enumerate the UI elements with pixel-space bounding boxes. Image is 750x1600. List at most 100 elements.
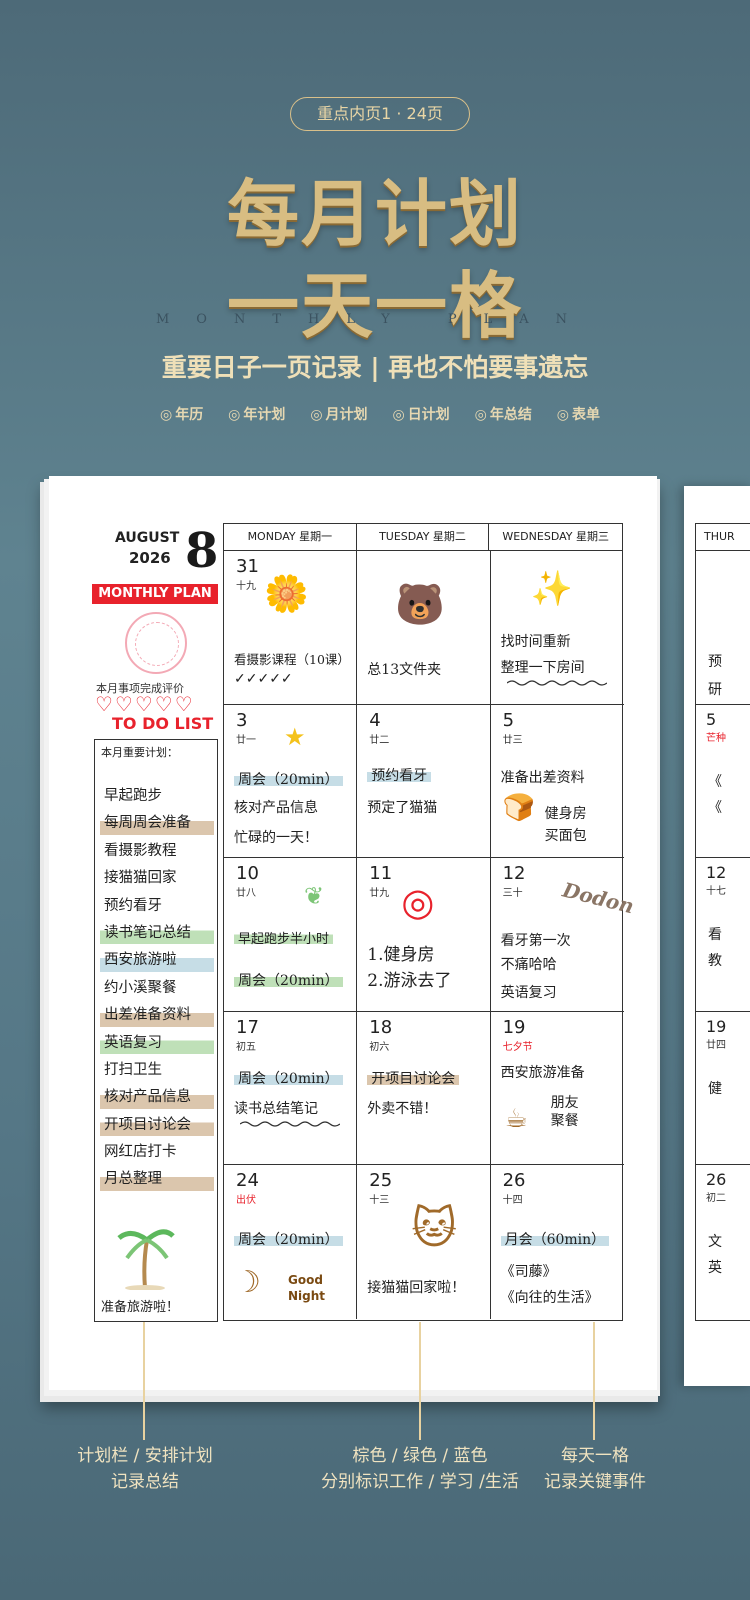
day-number: 31 — [236, 556, 259, 577]
feature-item: 年总结 — [475, 404, 532, 424]
palm-tree-icon — [117, 1229, 175, 1290]
day-cell[interactable]: 26 初二文英 — [696, 1165, 750, 1319]
caption-line: 计划栏 / 安排计划 — [77, 1446, 213, 1466]
caption-pointer — [143, 1322, 145, 1440]
day-note: 《 — [708, 773, 722, 790]
day-number: 10 — [236, 863, 259, 885]
moon-star-icon: ☽ — [234, 1265, 261, 1301]
plan-list: 早起跑步 每周周会准备 看摄影教程 接猫猫回家 预约看牙 读书笔记总结 西安旅游啦 约小溪聚餐… — [100, 784, 214, 1195]
weekday-header: WEDNESDAY 星期三 — [502, 530, 609, 543]
day-note: 《 — [708, 799, 722, 816]
feature-item: 日计划 — [392, 404, 450, 424]
caption-line: 分别标识工作 / 学习 /生活 — [321, 1472, 519, 1492]
monthly-plan-box: 本月重要计划： 早起跑步 每周周会准备 看摄影教程 接猫猫回家 预约看牙 读书笔记总结 西安… — [94, 739, 218, 1322]
weekday-header: TUESDAY 星期二 — [357, 524, 490, 550]
day-note: 接猫猫回家啦！ — [367, 1280, 466, 1297]
plan-item: 预约看牙 — [104, 897, 162, 914]
day-number: 3 — [236, 709, 248, 731]
day-cell[interactable]: 19 七夕节 西安旅游准备 朋友 聚餐 ☕ — [490, 1012, 624, 1166]
month-header: AUGUST 2026 8 — [105, 523, 225, 587]
day-note: 周会（20min） — [234, 970, 343, 991]
title-line-2: 一天一格 — [226, 263, 523, 348]
lunar-date: 初二 — [706, 1193, 726, 1205]
rating-hearts[interactable]: ♡♡♡♡♡ — [95, 692, 195, 716]
plan-footer: 准备旅游啦！ — [101, 1300, 180, 1315]
caption-pointer — [593, 1322, 595, 1440]
plan-item: 约小溪聚餐 — [104, 979, 177, 996]
day-note: 2.游泳去了 — [367, 971, 452, 992]
feature-item: 月计划 — [310, 404, 368, 424]
day-cell[interactable]: 12 三十 看牙第一次 不痛哈哈 英语复习 — [490, 858, 624, 1012]
day-note: 看摄影课程（10课） — [234, 652, 350, 667]
thursday-column-partial: THUR 预研 5 芒种《《 12 十七看教 19 廿四健 26 初二文英 — [695, 523, 750, 1321]
day-cell[interactable]: 17 初五 周会（20min） 读书总结笔记 — [224, 1011, 358, 1166]
day-cell[interactable]: 24 出伏 周会（20min） Good Night ☽ — [224, 1165, 358, 1319]
day-cell[interactable]: 11 廿九 1.健身房 2.游泳去了 ◎ — [357, 858, 491, 1012]
day-note: 预 — [708, 654, 722, 670]
caption-line: 棕色 / 绿色 / 蓝色 — [352, 1446, 488, 1466]
lunar-date: 初五 — [236, 1041, 256, 1053]
day-note: Good — [288, 1273, 323, 1288]
lunar-date: 廿三 — [502, 734, 523, 746]
day-number: 12 — [502, 863, 526, 885]
leaf-icon: ❦ — [304, 882, 325, 911]
subtitle-english: MONTHLY PLAN — [155, 312, 594, 327]
monthly-plan-label: MONTHLY PLAN — [92, 584, 218, 604]
day-cell[interactable]: 4 廿二 预约看牙 预定了猫猫 — [357, 704, 491, 859]
day-cell[interactable]: 18 初六 开项目讨论会 外卖不错！ — [357, 1011, 491, 1166]
day-note: 核对产品信息 — [234, 799, 318, 816]
star-icon: ★ — [284, 722, 306, 751]
day-cell[interactable]: 3 廿一 周会（20min） 核对产品信息 忙碌的一天！ ★ — [224, 704, 358, 859]
day-number: 26 — [502, 1170, 526, 1192]
day-note: 健 — [708, 1080, 722, 1097]
day-cell[interactable]: 10 廿八 早起跑步半小时 周会（20min） ❦ — [224, 858, 358, 1012]
day-number: 5 — [502, 709, 515, 731]
weekday-header: THUR — [696, 524, 750, 551]
caption-middle: 棕色 / 绿色 / 蓝色 分别标识工作 / 学习 /生活 — [280, 1443, 560, 1495]
day-note: 英语复习 — [500, 985, 557, 1002]
day-number: 25 — [369, 1170, 393, 1192]
day-cell[interactable]: 预研 — [696, 551, 750, 705]
page-count-badge: 重点内页1 · 24页 — [290, 97, 470, 131]
day-number: 5 — [706, 709, 717, 729]
day-note: 《向往的生活》 — [500, 1290, 599, 1307]
day-note: 准备出差资料 — [500, 769, 585, 786]
day-note: 看牙第一次 — [500, 933, 571, 950]
day-note: 周会（20min） — [234, 1229, 343, 1250]
day-cell[interactable]: 26 十四 月会（60min） 《司藤》 《向往的生活》 — [491, 1165, 624, 1319]
plan-item: 核对产品信息 — [100, 1085, 214, 1113]
day-cell[interactable]: 5 芒种《《 — [696, 705, 750, 859]
lunar-date: 廿一 — [236, 734, 256, 746]
day-note: 文 — [708, 1234, 722, 1251]
day-note: Night — [288, 1289, 326, 1304]
fireworks-icon: ✨ — [530, 569, 573, 609]
plan-item: 开项目讨论会 — [100, 1112, 214, 1141]
tagline: 重要日子一页记录 | 再也不怕要事遗忘 — [161, 353, 589, 382]
day-note: 早起跑步半小时 — [234, 928, 334, 948]
day-cell[interactable]: 19 廿四健 — [696, 1012, 750, 1166]
day-note: 1.健身房 — [367, 945, 435, 966]
day-cell[interactable]: 25 十三 接猫猫回家啦！ 🐱 — [357, 1165, 491, 1319]
lunar-date: 十九 — [236, 581, 256, 592]
day-note: 月会（60min） — [500, 1229, 610, 1250]
day-cell[interactable]: 12 十七看教 — [696, 858, 750, 1012]
teacup-icon: ☕ — [504, 1103, 528, 1134]
day-note: 预定了猫猫 — [367, 799, 438, 816]
feature-item: 年计划 — [228, 404, 285, 424]
day-cell[interactable]: 31 十九 看摄影课程（10课） ✓✓✓✓✓ 🌼 — [224, 551, 358, 705]
stamp-icon — [125, 612, 187, 674]
title-line-1: 每月计划 — [226, 171, 523, 256]
plan-item: 接猫猫回家 — [104, 870, 177, 887]
day-note: 教 — [708, 953, 722, 970]
lunar-date: 出伏 — [236, 1195, 256, 1207]
plan-box-title: 本月重要计划： — [101, 746, 178, 759]
day-cell[interactable]: 总13文件夹 🐻 — [357, 551, 491, 705]
day-note: 找时间重新 — [500, 634, 571, 650]
plan-item: 西安旅游啦 — [100, 948, 214, 976]
day-cell[interactable]: 5 廿三 准备出差资料 健身房 买面包 🍞 — [490, 705, 624, 859]
feature-item: 年历 — [160, 404, 203, 424]
plan-item: 英语复习 — [100, 1030, 214, 1058]
month-year: 2026 — [129, 549, 171, 567]
day-number: 17 — [236, 1016, 259, 1038]
lunar-date: 廿二 — [369, 734, 390, 746]
